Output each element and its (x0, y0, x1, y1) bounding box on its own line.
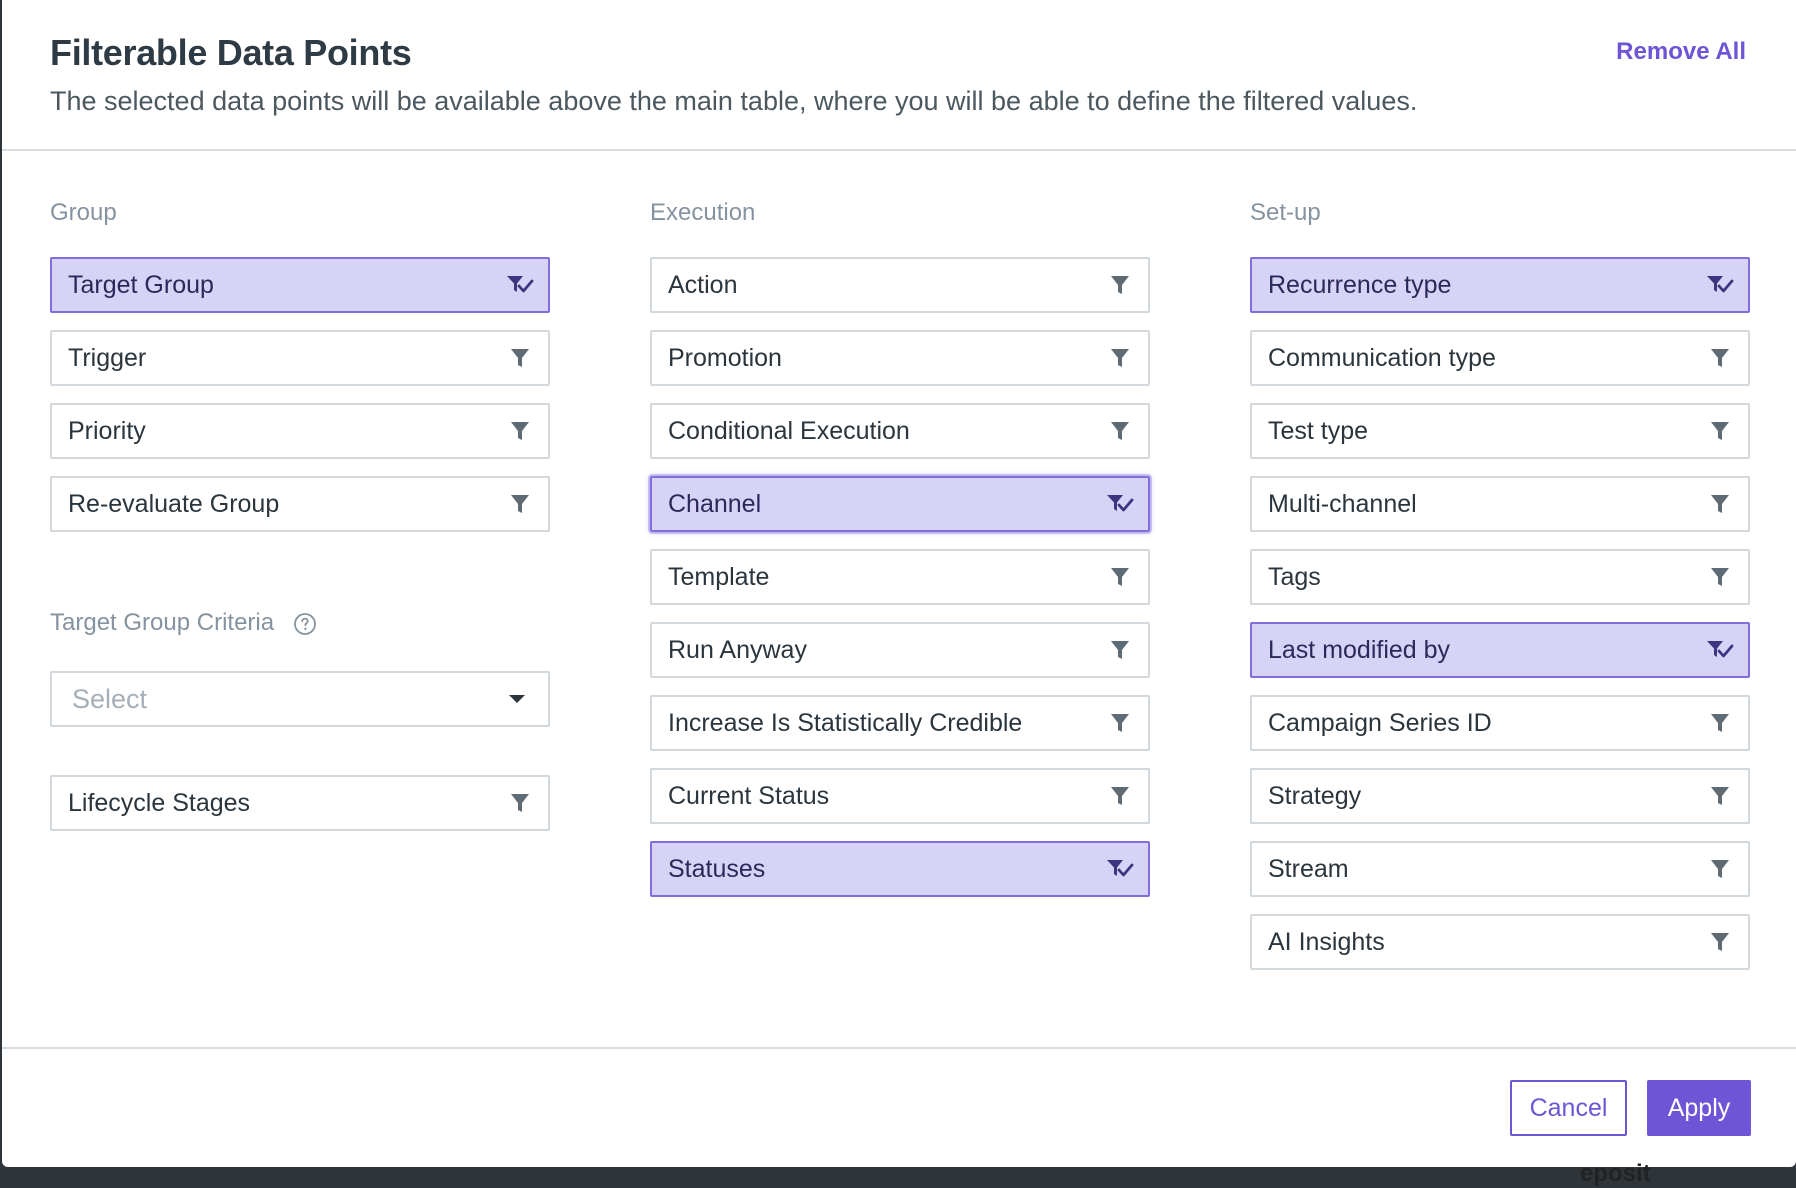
filter-item-label: Statuses (668, 855, 766, 883)
filter-item-run-anyway[interactable]: Run Anyway (650, 622, 1150, 678)
filter-item-ai-insights[interactable]: AI Insights (1250, 914, 1750, 970)
filter-item-increase-is-statistically-credible[interactable]: Increase Is Statistically Credible (650, 695, 1150, 751)
filter-item-label: Stream (1268, 855, 1349, 883)
filter-icon (1711, 349, 1729, 367)
filter-item-label: Priority (68, 417, 146, 445)
filter-item-recurrence-type[interactable]: Recurrence type (1250, 257, 1750, 313)
filter-item-label: AI Insights (1268, 928, 1385, 956)
setup-item-list: Recurrence type Communication type Test ty… (1250, 257, 1750, 970)
filter-item-label: Trigger (68, 344, 147, 372)
filter-item-label: Multi-channel (1268, 490, 1417, 518)
filter-icon (1711, 714, 1729, 732)
filter-item-communication-type[interactable]: Communication type (1250, 330, 1750, 386)
dialog-footer: Cancel Apply (2, 1047, 1796, 1169)
execution-item-list: Action Promotion Conditional Execution Chan… (650, 257, 1150, 897)
group-column: Group Target Group Trigger Priority Re-eval… (50, 199, 550, 831)
help-circle-icon[interactable] (293, 612, 317, 636)
group-section-title: Group (50, 199, 117, 226)
filter-item-current-status[interactable]: Current Status (650, 768, 1150, 824)
filter-item-label: Target Group (68, 271, 214, 299)
filter-item-action[interactable]: Action (650, 257, 1150, 313)
filter-item-label: Current Status (668, 782, 830, 810)
filter-icon (1111, 422, 1129, 440)
filter-icon (1111, 349, 1129, 367)
filter-icon (1711, 860, 1729, 878)
execution-column: Execution Action Promotion Conditional Exe… (650, 199, 1150, 914)
filter-item-campaign-series-id[interactable]: Campaign Series ID (1250, 695, 1750, 751)
filter-icon (1711, 422, 1729, 440)
filter-icon (1111, 641, 1129, 659)
select-placeholder: Select (72, 684, 148, 714)
dialog-subtitle: The selected data points will be availab… (50, 86, 1418, 116)
filter-item-label: Template (668, 563, 770, 591)
filter-item-re-evaluate-group[interactable]: Re-evaluate Group (50, 476, 550, 532)
filter-check-icon (1707, 641, 1734, 658)
filter-icon (1711, 933, 1729, 951)
filter-item-tags[interactable]: Tags (1250, 549, 1750, 605)
filter-item-label: Campaign Series ID (1268, 709, 1492, 737)
filter-item-target-group[interactable]: Target Group (50, 257, 550, 313)
filter-check-icon (1107, 495, 1134, 512)
filter-icon (511, 349, 529, 367)
filter-icon (1711, 495, 1729, 513)
apply-button[interactable]: Apply (1647, 1080, 1751, 1136)
filter-icon (511, 422, 529, 440)
filter-icon (511, 495, 529, 513)
filter-item-label: Recurrence type (1268, 271, 1452, 299)
filter-item-label: Communication type (1268, 344, 1496, 372)
filter-item-label: Promotion (668, 344, 782, 372)
target-group-criteria-label: Target Group Criteria (50, 609, 275, 636)
filter-item-label: Last modified by (1268, 636, 1451, 664)
target-group-criteria-select[interactable]: Select (50, 671, 550, 727)
dialog-title: Filterable Data Points (50, 32, 412, 73)
filter-item-label: Action (668, 271, 738, 299)
filter-item-label: Channel (668, 490, 762, 518)
execution-section-title: Execution (650, 199, 756, 226)
filterable-data-points-dialog: Filterable Data Points The selected data… (2, 0, 1796, 1167)
filter-item-stream[interactable]: Stream (1250, 841, 1750, 897)
filter-item-label: Test type (1268, 417, 1369, 445)
filter-item-label: Conditional Execution (668, 417, 910, 445)
filter-item-label: Tags (1268, 563, 1321, 591)
filter-item-promotion[interactable]: Promotion (650, 330, 1150, 386)
filter-icon (1111, 276, 1129, 294)
filter-icon (1711, 568, 1729, 586)
cancel-button[interactable]: Cancel (1510, 1080, 1627, 1136)
caret-down-icon (509, 695, 525, 703)
filter-item-strategy[interactable]: Strategy (1250, 768, 1750, 824)
dialog-header: Filterable Data Points The selected data… (2, 0, 1796, 151)
filter-item-multi-channel[interactable]: Multi-channel (1250, 476, 1750, 532)
filter-icon (1111, 787, 1129, 805)
filter-icon (1111, 568, 1129, 586)
setup-column: Set-up Recurrence type Communication type… (1250, 199, 1750, 987)
filter-item-label: Increase Is Statistically Credible (668, 709, 1023, 737)
filter-item-last-modified-by[interactable]: Last modified by (1250, 622, 1750, 678)
filter-item-trigger[interactable]: Trigger (50, 330, 550, 386)
target-group-criteria-title: Target Group Criteria (50, 609, 317, 637)
backdrop-partial-text: eposit (1580, 1160, 1651, 1187)
filter-check-icon (1707, 276, 1734, 293)
filter-item-channel[interactable]: Channel (650, 476, 1150, 532)
filter-item-test-type[interactable]: Test type (1250, 403, 1750, 459)
filter-item-lifecycle-stages[interactable]: Lifecycle Stages (50, 775, 550, 831)
filter-icon (511, 794, 529, 812)
filter-item-statuses[interactable]: Statuses (650, 841, 1150, 897)
filter-item-conditional-execution[interactable]: Conditional Execution (650, 403, 1150, 459)
filter-icon (1711, 787, 1729, 805)
remove-all-button[interactable]: Remove All (1616, 38, 1746, 66)
filter-item-label: Re-evaluate Group (68, 490, 280, 518)
filter-icon (1111, 714, 1129, 732)
filter-item-label: Run Anyway (668, 636, 807, 664)
filter-check-icon (507, 276, 534, 293)
filter-item-template[interactable]: Template (650, 549, 1150, 605)
filter-item-priority[interactable]: Priority (50, 403, 550, 459)
filter-check-icon (1107, 860, 1134, 877)
group-item-list: Target Group Trigger Priority Re-evaluate G… (50, 257, 550, 532)
filter-item-label: Lifecycle Stages (68, 789, 251, 817)
filter-item-label: Strategy (1268, 782, 1362, 810)
lifecycle-stages-wrapper: Lifecycle Stages (50, 775, 550, 848)
setup-section-title: Set-up (1250, 199, 1321, 226)
